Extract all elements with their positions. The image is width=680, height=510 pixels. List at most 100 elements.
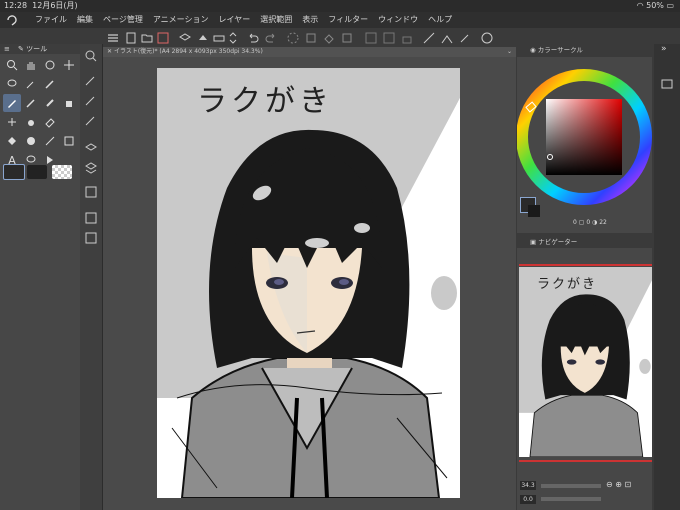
color-readout: 0 ▢ 0 ◑ 22 <box>573 219 607 226</box>
zoom-tool-icon[interactable] <box>3 56 21 74</box>
zoom-out-icon[interactable]: ⊖ <box>606 480 613 489</box>
menu-selection[interactable]: 選択範囲 <box>255 12 297 28</box>
lock-icon[interactable] <box>400 30 414 44</box>
color-readout-1: 0 <box>573 219 577 226</box>
rotation-slider[interactable] <box>541 497 601 501</box>
deselect-icon[interactable] <box>286 30 300 44</box>
frame-tool-icon[interactable] <box>60 132 78 150</box>
navigator-buttons: ⊖ ⊕ ⊡ <box>606 480 631 489</box>
menu-window[interactable]: ウィンドウ <box>373 12 423 28</box>
layer-property-icon[interactable] <box>84 140 98 154</box>
hamburger-menu-icon[interactable] <box>106 30 120 44</box>
save-icon[interactable] <box>156 30 170 44</box>
menu-items: ファイル 編集 ページ管理 アニメーション レイヤー 選択範囲 表示 フィルター… <box>30 12 457 28</box>
drawing-canvas[interactable]: ラクがき <box>157 68 460 498</box>
pencil-tool-icon[interactable] <box>22 94 40 112</box>
pen-tool-icon[interactable] <box>3 94 21 112</box>
fit-icon[interactable]: ⊡ <box>625 480 632 489</box>
menu-layer[interactable]: レイヤー <box>214 12 256 28</box>
battery-icon: ▭ <box>666 1 674 10</box>
help-icon[interactable] <box>480 30 494 44</box>
sub-color-swatch[interactable] <box>27 165 47 179</box>
layers-icon[interactable] <box>84 160 98 174</box>
document-tab[interactable]: ✕ イラスト(復元)* (A4 2894 x 4093px 350dpi 34.… <box>107 47 263 57</box>
snap-icon[interactable] <box>440 30 454 44</box>
app-logo-icon[interactable] <box>6 14 18 26</box>
navigator-handwriting: ラクがき <box>537 277 598 292</box>
auto-action-icon[interactable] <box>84 230 98 244</box>
zoom-in-icon[interactable]: ⊕ <box>615 480 622 489</box>
pen-tab-icon: ✎ <box>18 45 24 53</box>
rotation-field[interactable]: 0.0 <box>520 495 536 504</box>
undo-icon[interactable] <box>246 30 260 44</box>
color-readout-2: 0 <box>586 219 591 226</box>
color-sub-swatch[interactable] <box>528 205 540 217</box>
transparent-color-swatch[interactable] <box>52 165 72 179</box>
brush-tool-icon[interactable] <box>41 94 59 112</box>
menu-help[interactable]: ヘルプ <box>423 12 457 28</box>
menu-page[interactable]: ページ管理 <box>98 12 148 28</box>
transform-icon[interactable] <box>340 30 354 44</box>
sub-tool-column <box>80 44 103 510</box>
empty-slot <box>60 75 78 93</box>
menu-view[interactable]: 表示 <box>297 12 323 28</box>
chevron-down-icon[interactable]: ⌄ <box>507 47 512 57</box>
zoom-slider[interactable] <box>541 484 601 488</box>
right-dock-strip: » <box>654 44 680 510</box>
status-date: 12月6日(月) <box>32 1 78 10</box>
layer-up-icon[interactable] <box>196 30 210 44</box>
menu-edit[interactable]: 編集 <box>72 12 98 28</box>
color-set-icon[interactable] <box>84 112 98 126</box>
panel-menu-icon[interactable]: ≡ <box>4 44 10 54</box>
new-file-icon[interactable] <box>124 30 138 44</box>
rotate-tool-icon[interactable] <box>41 56 59 74</box>
gradient-tool-icon[interactable] <box>22 132 40 150</box>
move-tool-icon[interactable] <box>60 56 78 74</box>
main-color-swatch[interactable] <box>3 164 25 180</box>
decoration-tool-icon[interactable] <box>3 113 21 131</box>
redo-icon[interactable] <box>264 30 278 44</box>
airbrush-tool-icon[interactable] <box>60 94 78 112</box>
navigator-tab-icon[interactable]: ▣ <box>530 238 536 246</box>
brush-size-icon[interactable] <box>84 92 98 106</box>
navigator-thumbnail[interactable]: ラクがき <box>519 267 652 457</box>
menu-animation[interactable]: アニメーション <box>148 12 214 28</box>
menu-filter[interactable]: フィルター <box>323 12 373 28</box>
color-wheel-tab-icon[interactable]: ◉ <box>530 46 536 54</box>
search-icon[interactable] <box>84 48 98 62</box>
figure-tool-icon[interactable] <box>41 132 59 150</box>
empty-slot <box>60 113 78 131</box>
tool-property-icon[interactable] <box>84 72 98 86</box>
reference-icon[interactable] <box>382 30 396 44</box>
magic-wand-icon[interactable] <box>22 75 40 93</box>
open-file-icon[interactable] <box>140 30 154 44</box>
collapse-icon[interactable]: » <box>661 44 667 54</box>
eraser-tool-icon[interactable] <box>41 113 59 131</box>
layer-icon[interactable] <box>178 30 192 44</box>
canvas-handwriting: ラクがき <box>197 84 333 119</box>
copy-icon[interactable] <box>304 30 318 44</box>
color-panel-title: カラーサークル <box>537 46 583 54</box>
window-icon[interactable] <box>661 74 673 89</box>
zoom-field[interactable]: 34.3 <box>520 481 536 490</box>
hand-tool-icon[interactable] <box>22 56 40 74</box>
clip-icon[interactable] <box>364 30 378 44</box>
blend-tool-icon[interactable] <box>22 113 40 131</box>
lasso-tool-icon[interactable] <box>3 75 21 93</box>
menu-bar: ファイル 編集 ページ管理 アニメーション レイヤー 選択範囲 表示 フィルター… <box>0 12 680 28</box>
wifi-icon: ◠ <box>636 1 644 10</box>
menu-file[interactable]: ファイル <box>30 12 72 28</box>
fill-icon[interactable] <box>322 30 336 44</box>
fill-tool-icon[interactable] <box>3 132 21 150</box>
status-battery: ◠ 50% ▭ <box>637 0 674 12</box>
print-icon[interactable] <box>212 30 226 44</box>
pen-icon[interactable] <box>458 30 472 44</box>
stepper-icon[interactable] <box>226 30 240 44</box>
navigator-illustration <box>519 267 652 457</box>
tool-tab[interactable]: ✎ ツール <box>18 44 47 54</box>
material-icon[interactable] <box>84 184 98 198</box>
eyedropper-icon[interactable] <box>41 75 59 93</box>
ruler-icon[interactable] <box>422 30 436 44</box>
history-icon[interactable] <box>84 210 98 224</box>
battery-percent: 50% <box>646 1 664 10</box>
